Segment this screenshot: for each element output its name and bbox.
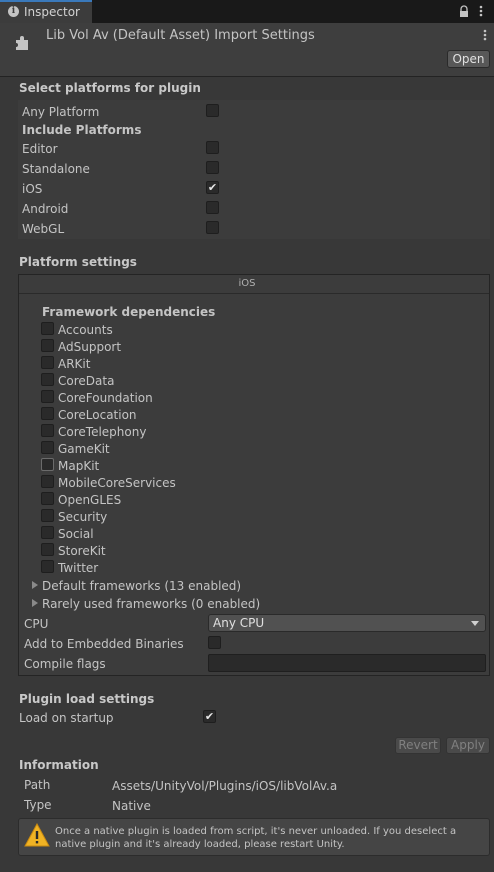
default-frameworks-foldout-icon[interactable] (32, 581, 38, 589)
platform-label-editor: Editor (22, 142, 58, 156)
load-on-startup-checkbox[interactable]: ✔ (203, 710, 216, 723)
import-settings-title: Lib Vol Av (Default Asset) Import Settin… (46, 28, 315, 43)
framework-checkbox-security[interactable] (41, 509, 54, 522)
framework-label-adsupport: AdSupport (58, 340, 122, 354)
platform-checkbox-standalone[interactable] (206, 161, 219, 174)
framework-checkbox-coredata[interactable] (41, 373, 54, 386)
framework-checkbox-corefoundation[interactable] (41, 390, 54, 403)
framework-checkbox-storekit[interactable] (41, 543, 54, 556)
framework-label-gamekit: GameKit (58, 442, 110, 456)
framework-checkbox-social[interactable] (41, 526, 54, 539)
compile-flags-input[interactable] (208, 654, 486, 672)
cpu-label: CPU (24, 617, 49, 631)
apply-button[interactable]: Apply (446, 737, 490, 754)
framework-label-corelocation: CoreLocation (58, 408, 137, 422)
platform-checkbox-android[interactable] (206, 201, 219, 214)
framework-label-accounts: Accounts (58, 323, 113, 337)
framework-label-corefoundation: CoreFoundation (58, 391, 153, 405)
warning-message: Once a native plugin is loaded from scri… (55, 826, 457, 850)
rarely-used-foldout-icon[interactable] (32, 599, 38, 607)
framework-checkbox-corelocation[interactable] (41, 407, 54, 420)
framework-checkbox-arkit[interactable] (41, 356, 54, 369)
type-value: Native (112, 799, 151, 813)
platform-label-ios: iOS (22, 182, 43, 196)
load-on-startup-label: Load on startup (19, 711, 114, 725)
framework-label-security: Security (58, 510, 108, 524)
framework-label-twitter: Twitter (58, 561, 99, 575)
framework-checkbox-adsupport[interactable] (41, 339, 54, 352)
platform-checkbox-ios[interactable]: ✔ (206, 181, 219, 194)
framework-label-coretelephony: CoreTelephony (58, 425, 147, 439)
information-title: Information (19, 758, 99, 772)
plugin-icon (12, 34, 32, 54)
compile-flags-label: Compile flags (24, 657, 106, 671)
framework-checkbox-opengles[interactable] (41, 492, 54, 505)
embedded-binaries-label: Add to Embedded Binaries (24, 637, 184, 651)
framework-dependencies-title: Framework dependencies (42, 305, 216, 319)
header-menu-icon[interactable] (482, 28, 488, 42)
platform-label-standalone: Standalone (22, 162, 90, 176)
tab-inspector-label: Inspector (24, 5, 80, 19)
dropdown-arrow-icon (471, 621, 479, 626)
framework-checkbox-accounts[interactable] (41, 322, 54, 335)
platform-tab-underline (19, 293, 489, 294)
framework-label-storekit: StoreKit (58, 544, 106, 558)
open-button[interactable]: Open (447, 50, 490, 68)
default-frameworks-foldout[interactable]: Default frameworks (13 enabled) (42, 579, 241, 593)
revert-button[interactable]: Revert (395, 737, 441, 754)
cpu-dropdown-value: Any CPU (213, 616, 265, 630)
info-icon: i (8, 6, 19, 17)
platform-label-webgl: WebGL (22, 222, 65, 236)
path-value: Assets/UnityVol/Plugins/iOS/libVolAv.a (112, 779, 338, 793)
framework-label-coredata: CoreData (58, 374, 115, 388)
framework-checkbox-twitter[interactable] (41, 560, 54, 573)
cpu-dropdown[interactable]: Any CPU (208, 614, 486, 632)
select-platforms-title: Select platforms for plugin (19, 81, 201, 95)
framework-label-social: Social (58, 527, 94, 541)
plugin-load-title: Plugin load settings (19, 692, 155, 706)
tab-menu-icon[interactable] (478, 4, 484, 18)
rarely-used-foldout[interactable]: Rarely used frameworks (0 enabled) (42, 597, 260, 611)
platform-checkbox-editor[interactable] (206, 141, 219, 154)
warning-icon (24, 822, 50, 847)
framework-label-mobilecoreservices: MobileCoreServices (58, 476, 176, 490)
include-platforms-title: Include Platforms (22, 123, 142, 137)
framework-checkbox-mobilecoreservices[interactable] (41, 475, 54, 488)
any-platform-checkbox[interactable] (206, 104, 219, 117)
framework-checkbox-mapkit[interactable] (41, 458, 54, 471)
framework-checkbox-coretelephony[interactable] (41, 424, 54, 437)
framework-label-mapkit: MapKit (58, 459, 100, 473)
type-label: Type (24, 798, 52, 812)
platform-tab-ios[interactable]: iOS (0, 278, 494, 289)
platform-settings-title: Platform settings (19, 255, 137, 269)
framework-checkbox-gamekit[interactable] (41, 441, 54, 454)
any-platform-label: Any Platform (22, 105, 100, 119)
path-label: Path (24, 778, 51, 792)
lock-icon[interactable] (458, 5, 470, 18)
platform-label-android: Android (22, 202, 69, 216)
framework-label-arkit: ARKit (58, 357, 91, 371)
platform-checkbox-webgl[interactable] (206, 221, 219, 234)
embedded-binaries-checkbox[interactable] (208, 636, 221, 649)
framework-label-opengles: OpenGLES (58, 493, 122, 507)
